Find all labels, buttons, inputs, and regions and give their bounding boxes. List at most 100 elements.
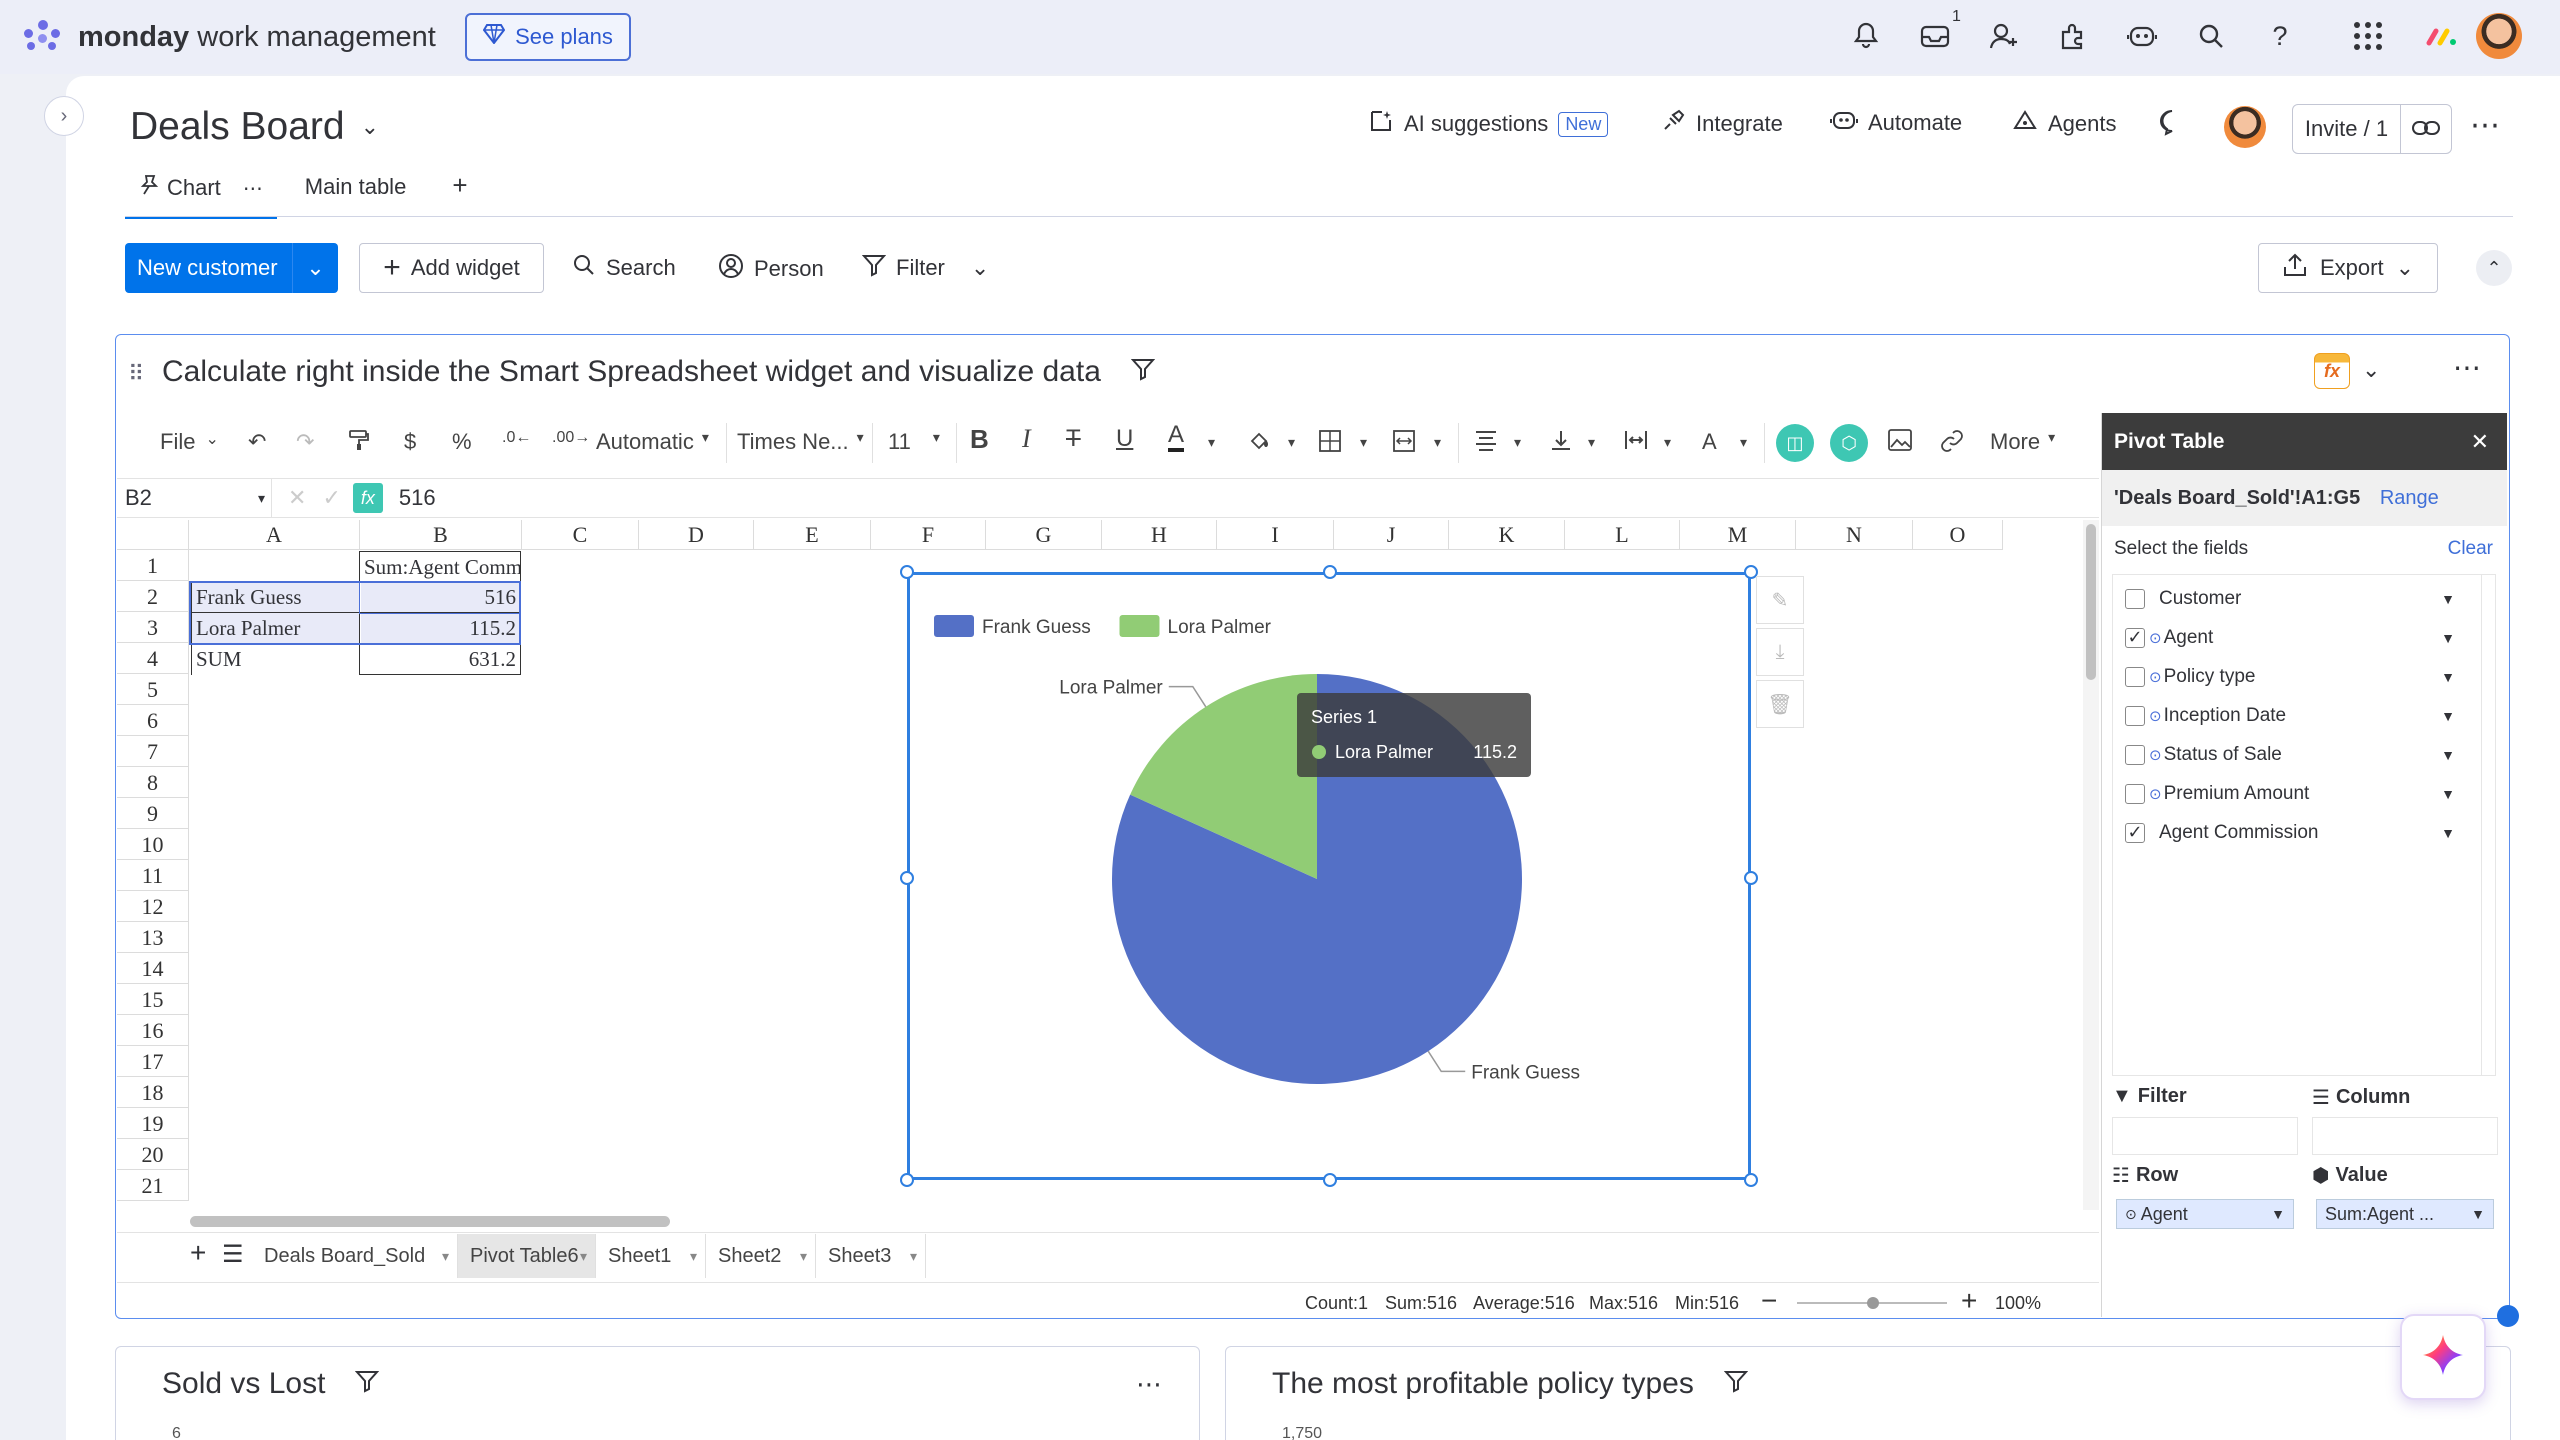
drag-handle-icon[interactable]: ⠿ — [128, 361, 144, 387]
text-wrap-icon[interactable] — [1624, 429, 1648, 457]
row-header[interactable]: 3 — [117, 612, 189, 643]
edit-chart-pencil-icon[interactable]: ✎ — [1756, 576, 1804, 624]
resize-handle-n[interactable] — [1323, 565, 1337, 579]
merge-cells-icon[interactable] — [1392, 429, 1416, 459]
field-checkbox[interactable] — [2125, 705, 2145, 726]
column-header[interactable]: C — [522, 520, 639, 550]
strikethrough-icon[interactable]: T — [1066, 425, 1081, 453]
help-icon[interactable]: ? — [2262, 18, 2298, 54]
pivot-field-item[interactable]: Customer ▼ — [2113, 579, 2495, 618]
field-checkbox[interactable] — [2125, 588, 2145, 609]
board-more-options-icon[interactable]: ⋯ — [2470, 108, 2502, 143]
invite-members-icon[interactable] — [1986, 18, 2022, 54]
caret-down-icon[interactable]: ▼ — [2441, 630, 2455, 646]
formula-input[interactable]: 516 — [399, 485, 436, 511]
caret-down-icon[interactable]: ▾ — [1434, 434, 1441, 451]
column-header[interactable]: D — [639, 520, 754, 550]
resize-handle-sw[interactable] — [900, 1173, 914, 1187]
resize-handle-e[interactable] — [1744, 871, 1758, 885]
font-size-select[interactable]: 11 ▾ — [888, 429, 940, 455]
row-header[interactable]: 5 — [117, 674, 189, 705]
increase-decimal-icon[interactable]: .00→ — [552, 429, 590, 447]
cancel-formula-icon[interactable]: ✕ — [288, 485, 306, 511]
text-rotation-icon[interactable]: A — [1702, 429, 1717, 455]
caret-down-icon[interactable]: ▾ — [1208, 434, 1215, 451]
column-header[interactable]: E — [754, 520, 871, 550]
insert-image-icon[interactable] — [1888, 429, 1912, 457]
caret-down-icon[interactable]: ▾ — [1588, 434, 1595, 451]
row-header[interactable]: 20 — [117, 1139, 189, 1170]
tab-main-table[interactable]: Main table — [291, 170, 421, 219]
pivot-field-item[interactable]: ✓ Agent Commission ▼ — [2113, 813, 2495, 852]
caret-down-icon[interactable]: ▼ — [2441, 786, 2455, 802]
caret-down-icon[interactable]: ▼ — [2441, 747, 2455, 763]
row-header[interactable]: 14 — [117, 953, 189, 984]
caret-down-icon[interactable]: ▾ — [1360, 434, 1367, 451]
field-checkbox[interactable] — [2125, 744, 2145, 765]
caret-down-icon[interactable]: ▾ — [580, 1234, 587, 1278]
pivot-field-item[interactable]: ⊙ Premium Amount ▼ — [2113, 774, 2495, 813]
row-header[interactable]: 16 — [117, 1015, 189, 1046]
sheet-tab[interactable]: Sheet3 ▾ — [816, 1234, 926, 1278]
column-header[interactable]: N — [1796, 520, 1913, 550]
caret-down-icon[interactable]: ▾ — [800, 1234, 807, 1278]
vertical-align-icon[interactable] — [1550, 429, 1572, 457]
integrate-button[interactable]: Integrate — [1660, 108, 1783, 140]
widget-filter-icon[interactable] — [355, 1367, 380, 1401]
row-header[interactable]: 15 — [117, 984, 189, 1015]
underline-icon[interactable]: U — [1116, 425, 1133, 453]
row-header[interactable]: 8 — [117, 767, 189, 798]
sheet-tab[interactable]: Sheet2 ▾ — [706, 1234, 816, 1278]
pie-chart-object[interactable]: Frank Guess Lora Palmer Frank Guess Lora Pa… — [907, 572, 1751, 1180]
column-header[interactable]: F — [871, 520, 986, 550]
percent-format-button[interactable]: % — [452, 429, 472, 455]
caret-down-icon[interactable]: ▾ — [1514, 434, 1521, 451]
new-item-dropdown-icon[interactable]: ⌄ — [293, 255, 338, 281]
delete-chart-trash-icon[interactable]: 🗑 — [1756, 680, 1804, 728]
bold-icon[interactable]: B — [970, 424, 989, 455]
cell-a4[interactable]: SUM — [191, 644, 359, 675]
board-title[interactable]: Deals Board ⌄ — [130, 105, 379, 149]
all-sheets-menu-icon[interactable]: ☰ — [222, 1240, 244, 1269]
ai-assistant-icon[interactable] — [2124, 18, 2160, 54]
monday-logo[interactable]: monday work management — [24, 20, 436, 54]
file-menu[interactable]: File ⌄ — [160, 429, 219, 455]
column-header[interactable]: H — [1102, 520, 1217, 550]
undo-icon[interactable]: ↶ — [248, 429, 266, 455]
confirm-formula-icon[interactable]: ✓ — [322, 485, 340, 511]
row-header[interactable]: 4 — [117, 643, 189, 674]
column-header[interactable]: B — [360, 520, 522, 550]
row-header[interactable]: 17 — [117, 1046, 189, 1077]
widget-resize-dot[interactable] — [2497, 1305, 2519, 1327]
format-painter-icon[interactable] — [348, 429, 370, 457]
widget-filter-icon[interactable] — [1130, 355, 1156, 389]
agents-button[interactable]: Agents — [2012, 108, 2117, 140]
column-header[interactable]: M — [1680, 520, 1796, 550]
number-format-select[interactable]: Automatic ▾ — [596, 429, 709, 455]
row-header[interactable]: 1 — [117, 550, 189, 581]
currency-format-button[interactable]: $ — [404, 429, 416, 455]
horizontal-scrollbar[interactable] — [190, 1214, 2070, 1228]
ai-suggestions-button[interactable]: AI suggestions New — [1368, 108, 1609, 140]
zoom-out-icon[interactable]: − — [1761, 1285, 1777, 1317]
clear-fields-link[interactable]: Clear — [2448, 538, 2493, 560]
sheet-tab[interactable]: Deals Board_Sold ▾ — [252, 1234, 458, 1278]
copy-link-icon[interactable] — [2401, 116, 2451, 142]
resize-handle-s[interactable] — [1323, 1173, 1337, 1187]
invite-button[interactable]: Invite / 1 — [2292, 104, 2452, 154]
caret-down-icon[interactable]: ▾ — [1288, 434, 1295, 451]
resize-handle-w[interactable] — [900, 871, 914, 885]
updates-chat-icon[interactable] — [2158, 108, 2186, 136]
monday-products-icon[interactable] — [2424, 18, 2460, 54]
row-header[interactable]: 11 — [117, 860, 189, 891]
widget-filter-icon[interactable] — [1723, 1367, 1749, 1401]
text-color-icon[interactable]: A — [1168, 422, 1185, 452]
value-field-pill[interactable]: Sum:Agent ... ▼ — [2316, 1199, 2494, 1229]
resize-handle-se[interactable] — [1744, 1173, 1758, 1187]
row-header[interactable]: 12 — [117, 891, 189, 922]
column-header[interactable]: J — [1334, 520, 1449, 550]
export-button[interactable]: Export ⌄ — [2258, 243, 2438, 293]
caret-down-icon[interactable]: ▼ — [2441, 708, 2455, 724]
pivot-field-item[interactable]: ⊙ Policy type ▼ — [2113, 657, 2495, 696]
tab-options-icon[interactable]: ⋯ — [243, 176, 263, 201]
